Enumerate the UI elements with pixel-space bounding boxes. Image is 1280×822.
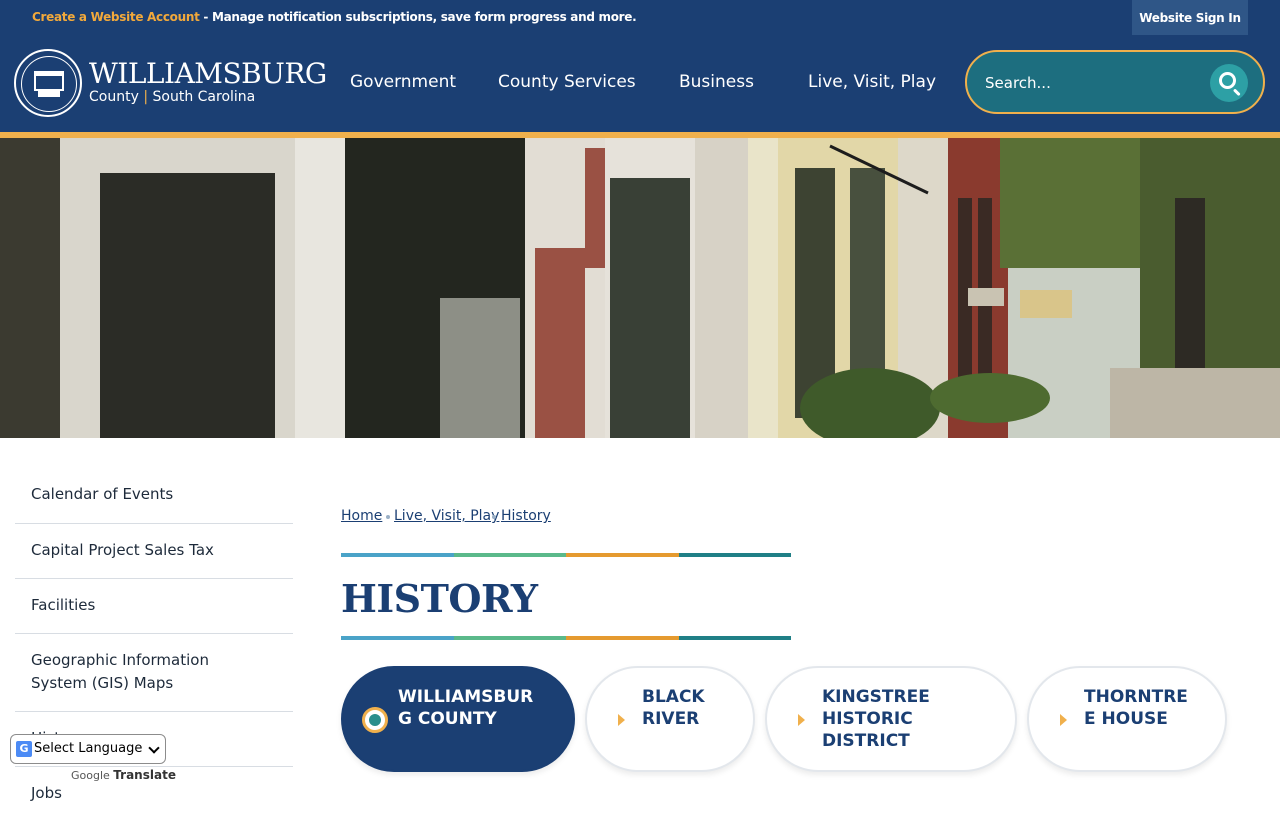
brand-separator: | <box>143 89 149 105</box>
breadcrumb-separator <box>492 515 496 519</box>
sidebar-item-gis-maps[interactable]: Geographic Information System (GIS) Maps <box>15 634 293 712</box>
search-input[interactable] <box>985 68 1205 98</box>
tab-black-river[interactable]: BLACK RIVER <box>585 666 755 772</box>
active-tab-indicator-icon <box>362 707 388 733</box>
sidebar-item-facilities[interactable]: Facilities <box>15 579 293 634</box>
caret-right-icon <box>618 714 625 726</box>
language-select-label: Select Language <box>34 741 143 756</box>
sidebar-item-capital-project-sales-tax[interactable]: Capital Project Sales Tax <box>15 524 293 579</box>
tab-williamsburg-county[interactable]: WILLIAMSBUR G COUNTY <box>341 666 575 772</box>
language-select[interactable]: G Select Language <box>10 734 166 764</box>
page-title: HISTORY <box>341 576 538 621</box>
brand-state: South Carolina <box>152 89 256 105</box>
google-wordmark: Google <box>71 769 110 782</box>
brand-subtitle: County | South Carolina <box>89 89 255 105</box>
brand-name[interactable]: WILLIAMSBURG <box>89 57 327 90</box>
nav-live-visit-play[interactable]: Live, Visit, Play <box>808 72 936 92</box>
nav-business[interactable]: Business <box>679 72 754 92</box>
caret-right-icon <box>798 714 805 726</box>
seal-base-graphic <box>38 91 60 97</box>
tab-thorntree-house[interactable]: THORNTRE E HOUSE <box>1027 666 1227 772</box>
breadcrumb-history[interactable]: History <box>501 508 551 524</box>
breadcrumb-live-visit-play[interactable]: Live, Visit, Play <box>394 508 499 524</box>
search-button[interactable] <box>1210 64 1248 102</box>
site-header: WILLIAMSBURG County | South Carolina Gov… <box>0 36 1280 132</box>
tab-label: WILLIAMSBUR G COUNTY <box>398 687 534 729</box>
storefront-street-photo <box>0 138 1280 438</box>
sidebar-item-calendar-of-events[interactable]: Calendar of Events <box>15 470 293 524</box>
search-box <box>965 50 1265 114</box>
chevron-down-icon <box>148 742 160 754</box>
breadcrumb-separator <box>386 515 390 519</box>
notification-bar: Create a Website Account - Manage notifi… <box>0 0 1280 36</box>
powered-by-google: Google Translate <box>71 768 176 782</box>
title-rule-bottom <box>341 636 791 640</box>
google-translate-icon: G <box>16 741 32 757</box>
notification-text: - Manage notification subscriptions, sav… <box>199 10 637 24</box>
translate-link[interactable]: Translate <box>113 768 176 782</box>
seal-building-graphic <box>34 71 64 91</box>
search-icon <box>1219 72 1236 89</box>
tab-label: KINGSTREE HISTORIC DISTRICT <box>822 687 930 751</box>
county-seal-logo[interactable] <box>14 49 82 117</box>
title-rule-top <box>341 553 791 557</box>
brand-county: County <box>89 89 139 105</box>
nav-county-services[interactable]: County Services <box>498 72 636 92</box>
sign-in-button[interactable]: Website Sign In <box>1132 0 1248 35</box>
tab-label: THORNTRE E HOUSE <box>1084 687 1188 729</box>
notification-message: Create a Website Account - Manage notifi… <box>32 10 637 24</box>
create-account-link[interactable]: Create a Website Account <box>32 10 200 24</box>
tab-label: BLACK RIVER <box>642 687 705 729</box>
breadcrumb-home[interactable]: Home <box>341 508 382 524</box>
caret-right-icon <box>1060 714 1067 726</box>
hero-banner-photo <box>0 138 1280 438</box>
nav-government[interactable]: Government <box>350 72 456 92</box>
tab-kingstree-historic-district[interactable]: KINGSTREE HISTORIC DISTRICT <box>765 666 1017 772</box>
